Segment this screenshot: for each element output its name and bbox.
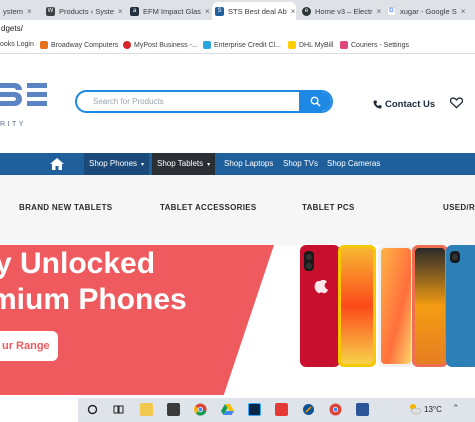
contact-link[interactable]: Contact Us xyxy=(373,99,435,110)
chrome-profile-icon[interactable] xyxy=(329,403,342,416)
home-icon xyxy=(50,158,64,170)
chrome-icon[interactable] xyxy=(194,403,207,416)
store-icon[interactable] xyxy=(167,403,180,416)
home-button[interactable] xyxy=(40,153,74,175)
bookmark-label: Broadway Computers xyxy=(51,41,119,49)
tab-label: Home v3 – Electr xyxy=(315,6,373,16)
tab-label: ystem xyxy=(3,6,24,16)
nav-label: Shop Tablets xyxy=(157,159,204,168)
nav-shop-phones[interactable]: Shop Phones ▾ xyxy=(84,153,150,175)
hero-heading-line2: mium Phones xyxy=(0,283,187,316)
category-used[interactable]: USED/R xyxy=(443,203,475,212)
snip-icon[interactable] xyxy=(302,403,315,416)
task-view-icon[interactable] xyxy=(112,403,125,416)
logo-subtitle: RITY xyxy=(0,121,26,128)
bookmark-label: Enterprise Credit Cl... xyxy=(214,41,281,49)
search-button[interactable] xyxy=(299,92,331,111)
close-icon[interactable]: × xyxy=(118,7,123,16)
couriers-icon xyxy=(340,41,348,49)
bookmark-item[interactable]: Enterprise Credit Cl... xyxy=(203,41,281,49)
photoshop-icon[interactable] xyxy=(248,403,261,416)
nav-shop-cameras[interactable]: Shop Cameras xyxy=(322,153,385,175)
close-icon[interactable]: × xyxy=(377,7,381,16)
tab-4[interactable]: e Home v3 – Electr × xyxy=(299,2,381,20)
windows-taskbar: 13°C ⌃ xyxy=(78,398,475,422)
url-text: dgets/ xyxy=(1,24,23,33)
nav-label: Shop Laptops xyxy=(224,159,274,168)
google-icon: G xyxy=(387,6,396,16)
nav-shop-tablets[interactable]: Shop Tablets ▾ xyxy=(152,153,216,175)
phone-icon xyxy=(373,100,382,109)
nav-shop-tvs[interactable]: Shop TVs xyxy=(278,153,323,175)
close-icon[interactable]: × xyxy=(461,7,466,16)
category-tablet-pcs[interactable]: TABLET PCS xyxy=(302,203,355,212)
tab-0[interactable]: ystem × xyxy=(0,2,37,20)
nav-label: Shop TVs xyxy=(283,159,318,168)
chevron-down-icon: ▾ xyxy=(207,162,211,168)
nav-label: Shop Phones xyxy=(89,159,138,168)
chevron-down-icon: ▾ xyxy=(141,162,145,168)
close-icon[interactable]: × xyxy=(205,7,210,16)
chevron-up-icon[interactable]: ⌃ xyxy=(452,403,460,414)
contact-label: Contact Us xyxy=(385,99,436,110)
bookmark-item[interactable]: MyPost Business -... xyxy=(123,41,198,49)
electro-icon: e xyxy=(302,6,311,16)
sts-icon: S xyxy=(215,6,224,16)
tab-2[interactable]: a EFM Impact Glas × xyxy=(127,2,210,20)
search-icon xyxy=(310,96,321,107)
tab-1[interactable]: W Products ‹ Syste × xyxy=(43,2,123,20)
close-icon[interactable]: × xyxy=(291,7,296,16)
sts-logo[interactable] xyxy=(0,77,60,127)
search-input[interactable] xyxy=(93,92,293,111)
file-explorer-icon[interactable] xyxy=(140,403,153,416)
address-bar[interactable]: dgets/ xyxy=(0,20,475,38)
temperature-label: 13°C xyxy=(424,405,442,414)
wordpress-icon: W xyxy=(46,6,55,16)
bookmarks-bar: ooks Login Broadway Computers MyPost Bus… xyxy=(0,38,475,54)
screen: ystem × W Products ‹ Syste × a EFM Impac… xyxy=(0,0,475,422)
tab-5[interactable]: G xugar - Google S × xyxy=(384,2,475,20)
tab-label: EFM Impact Glas xyxy=(143,6,201,16)
search-bar xyxy=(75,90,333,113)
category-bar: BRAND NEW TABLETS TABLET ACCESSORIES TAB… xyxy=(0,175,475,245)
nav-shop-laptops[interactable]: Shop Laptops xyxy=(219,153,278,175)
hero-heading-line1: y Unlocked xyxy=(0,247,156,280)
tab-label: STS Best deal Ab xyxy=(228,6,287,16)
bookmark-label: Couriers - Settings xyxy=(351,41,409,49)
bookmark-item[interactable]: DHL MyBill xyxy=(288,41,333,49)
tab-label: xugar - Google S xyxy=(400,6,457,16)
browser-tab-strip: ystem × W Products ‹ Syste × a EFM Impac… xyxy=(0,0,475,20)
search-icon[interactable] xyxy=(86,403,99,416)
weather-icon[interactable] xyxy=(408,403,422,415)
tab-label: Products ‹ Syste xyxy=(59,6,115,16)
category-tablet-accessories[interactable]: TABLET ACCESSORIES xyxy=(160,203,257,212)
bookmark-item[interactable]: ooks Login xyxy=(0,41,34,48)
tab-3-active[interactable]: S STS Best deal Ab × xyxy=(212,2,296,20)
bookmark-item[interactable]: Couriers - Settings xyxy=(340,41,409,49)
heart-icon[interactable] xyxy=(450,97,463,109)
dhl-icon xyxy=(288,41,296,49)
bookmark-label: ooks Login xyxy=(0,41,34,48)
anydesk-icon[interactable] xyxy=(275,403,288,416)
hero-banner: y Unlocked mium Phones ur Range xyxy=(0,245,475,395)
phones-image xyxy=(300,245,475,367)
site-header: RITY Contact Us xyxy=(0,55,475,153)
close-icon[interactable]: × xyxy=(27,7,32,16)
category-brand-new-tablets[interactable]: BRAND NEW TABLETS xyxy=(19,203,112,212)
drive-icon[interactable] xyxy=(221,403,234,416)
hero-cta-button[interactable]: ur Range xyxy=(0,331,58,361)
nav-label: Shop Cameras xyxy=(327,159,381,168)
bookmark-label: MyPost Business -... xyxy=(134,41,198,49)
bookmark-label: DHL MyBill xyxy=(299,41,334,49)
enterprise-icon xyxy=(203,41,211,49)
mypost-icon xyxy=(123,41,131,49)
amazon-icon: a xyxy=(130,6,139,16)
main-nav: Shop Phones ▾ Shop Tablets ▾ Shop Laptops … xyxy=(0,153,475,175)
broadway-icon xyxy=(40,41,48,49)
word-icon[interactable] xyxy=(356,403,369,416)
bookmark-item[interactable]: Broadway Computers xyxy=(40,41,118,49)
